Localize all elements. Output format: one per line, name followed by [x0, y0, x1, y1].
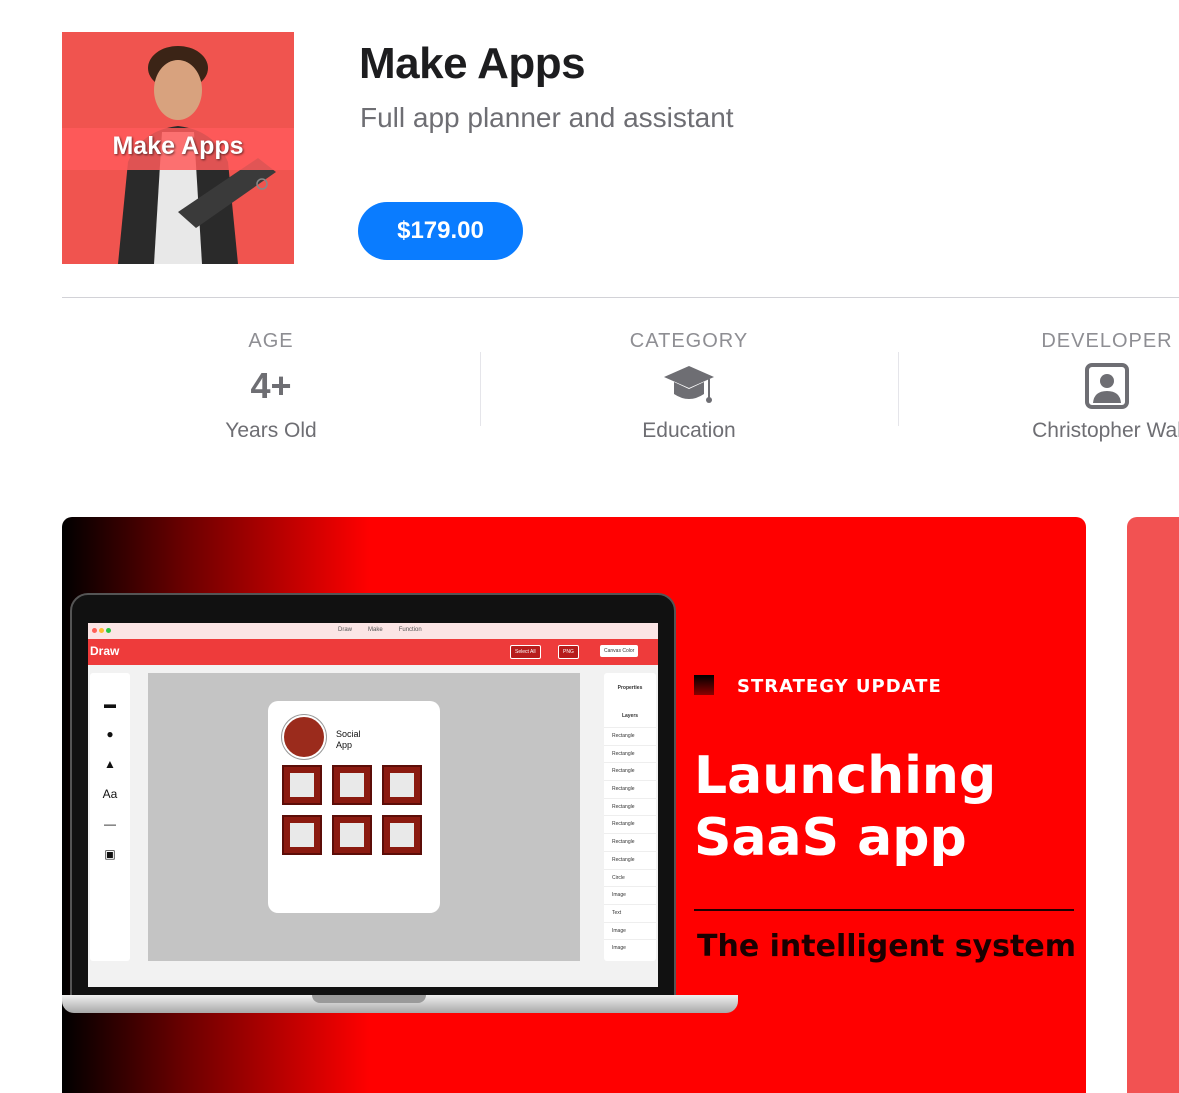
app-title: Make Apps	[359, 39, 586, 88]
properties-heading: Properties	[617, 685, 643, 691]
layer-item: Rectangle	[604, 780, 656, 798]
laptop-notch	[312, 995, 426, 1003]
layer-item: Rectangle	[604, 762, 656, 780]
phone-mockup: Social App	[268, 701, 440, 913]
header-divider	[62, 297, 1179, 298]
triangle-tool-icon: ▲	[104, 757, 116, 771]
headline-rule	[694, 909, 1074, 911]
layer-item: Rectangle	[604, 727, 656, 745]
screenshot-headline: Launching SaaS app	[694, 746, 997, 868]
layer-item: Image	[604, 939, 656, 957]
photo-thumb	[382, 765, 422, 805]
category-sub: Education	[642, 419, 736, 442]
draw-title: Draw	[90, 644, 120, 658]
draw-app-bar: Draw Select All PNG Canvas Color	[88, 639, 658, 665]
canvas-color-field: Canvas Color	[600, 645, 639, 657]
layer-item: Image	[604, 886, 656, 904]
layer-item: Image	[604, 921, 656, 940]
screenshot-1[interactable]: Draw Make Function Draw Select All PNG C…	[62, 517, 1086, 1093]
category-caption: CATEGORY	[629, 330, 749, 352]
price-button[interactable]: $179.00	[358, 202, 523, 260]
info-category: CATEGORY Education	[480, 326, 898, 446]
developer-sub[interactable]: Christopher Wal	[898, 416, 1179, 446]
tool-panel: ▬ ● ▲ Aa — ▣	[90, 673, 130, 961]
category-icon-wrap	[480, 356, 898, 416]
mac-title-bar: Draw Make Function	[88, 623, 658, 639]
layer-item: Rectangle	[604, 815, 656, 833]
mac-tabs: Draw Make Function	[338, 627, 422, 633]
avatar	[282, 715, 326, 759]
age-caption: AGE	[248, 330, 294, 352]
layer-item: Text	[604, 903, 656, 922]
properties-panel: Properties Layers Rectangle Rectangle Re…	[604, 673, 656, 961]
image-tool-icon: ▣	[104, 847, 116, 861]
layer-item: Circle	[604, 868, 656, 887]
layer-item: Rectangle	[604, 833, 656, 851]
phone-title: Social App	[336, 729, 361, 750]
rectangle-tool-icon: ▬	[104, 697, 116, 711]
png-button: PNG	[558, 645, 579, 659]
zoom-dot-icon	[106, 628, 111, 633]
photo-thumb	[282, 815, 322, 855]
close-dot-icon	[92, 628, 97, 633]
laptop-screen: Draw Make Function Draw Select All PNG C…	[88, 623, 658, 987]
person-portrait-icon	[1085, 363, 1129, 409]
circle-tool-icon: ●	[106, 727, 114, 741]
icon-label: Make Apps	[112, 132, 244, 160]
app-icon: Make Apps	[62, 32, 294, 264]
tab-draw: Draw	[338, 627, 353, 633]
tab-function: Function	[398, 627, 422, 633]
tab-make: Make	[368, 627, 383, 633]
screenshot-tagline: The intelligent system	[697, 929, 1076, 964]
photo-thumb	[382, 815, 422, 855]
developer-icon-wrap	[898, 356, 1179, 416]
layer-item: Rectangle	[604, 850, 656, 869]
photo-thumb	[282, 765, 322, 805]
info-developer: DEVELOPER Christopher Wal	[898, 326, 1179, 446]
layers-heading: Layers	[621, 713, 639, 719]
age-sub: Years Old	[225, 419, 317, 442]
developer-caption: DEVELOPER	[1041, 330, 1173, 352]
minimize-dot-icon	[99, 628, 104, 633]
screenshot-2-peek[interactable]	[1127, 517, 1179, 1093]
graduation-cap-icon	[664, 366, 714, 403]
line-tool-icon: —	[104, 817, 116, 831]
laptop-screen-frame: Draw Make Function Draw Select All PNG C…	[70, 593, 676, 1003]
age-value: 4+	[250, 365, 292, 406]
text-tool-icon: Aa	[102, 787, 118, 801]
strategy-label: STRATEGY UPDATE	[737, 676, 942, 697]
strategy-marker	[694, 675, 714, 695]
app-subtitle: Full app planner and assistant	[360, 102, 734, 133]
info-age: AGE 4+ Years Old	[62, 326, 480, 446]
select-all-button: Select All	[510, 645, 541, 659]
photo-thumb	[332, 815, 372, 855]
drawing-canvas: Social App	[148, 673, 580, 961]
photo-thumb	[332, 765, 372, 805]
layer-item: Rectangle	[604, 797, 656, 816]
layer-item: Rectangle	[604, 744, 656, 763]
